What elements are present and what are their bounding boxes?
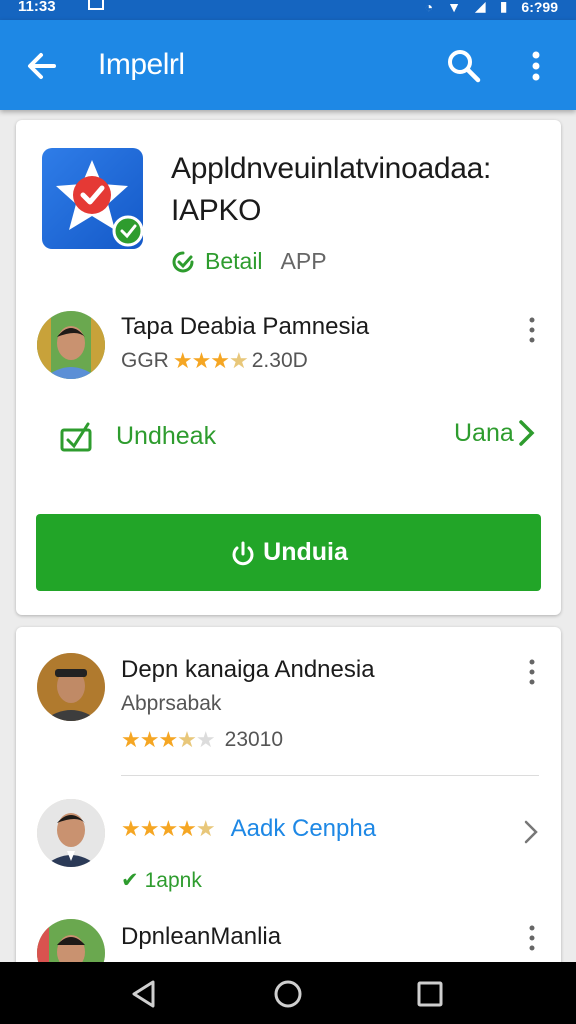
- review-link[interactable]: Aadk Cenpha: [231, 815, 376, 843]
- status-time: 11:33: [18, 0, 56, 15]
- person-photo: [37, 311, 105, 379]
- gallery-icon: [88, 0, 104, 10]
- chevron-right-icon[interactable]: [521, 817, 541, 847]
- chevron-right-icon: [519, 420, 535, 446]
- nav-back-icon[interactable]: [127, 977, 161, 1011]
- unlock-button[interactable]: Undheak: [58, 418, 216, 454]
- review-more-icon[interactable]: [522, 923, 542, 953]
- review-avatar: [37, 653, 105, 721]
- star-rating: ★★★★★: [121, 727, 216, 752]
- next-label: Uana: [454, 418, 514, 447]
- app-name-line1: Appldnveuinlatvinoadaa:: [171, 152, 492, 185]
- review-more-icon[interactable]: [522, 657, 542, 687]
- rating-prefix: GGR: [121, 349, 169, 372]
- review-count: 23010: [224, 728, 284, 751]
- checkmark-icon: ✔: [121, 869, 139, 892]
- rating-count: 2.30D: [251, 349, 308, 372]
- developer-more-icon[interactable]: [522, 315, 542, 345]
- developer-name: Tapa Deabia Pamnesia: [121, 313, 370, 340]
- more-vert-icon: [532, 51, 540, 81]
- app-detail-card: Appldnveuinlatvinoadaa: IAPKO Betail APP…: [16, 120, 561, 615]
- reviewer-name: Depn kanaiga Andnesia: [121, 656, 375, 683]
- system-nav-bar: [0, 962, 576, 1024]
- check-badge-icon: [172, 251, 194, 272]
- reviewer-name: DpnleanManlia: [121, 923, 282, 950]
- person-photo: [37, 653, 105, 721]
- app-icon: [42, 148, 144, 249]
- status-icons: ◔ ▼ ◢ ▮ 6:?99: [425, 0, 558, 15]
- developer-avatar: [37, 311, 105, 379]
- star-rating: ★★★★★: [121, 816, 216, 841]
- review-avatar: [37, 799, 105, 867]
- reviewer-subtitle: Abprsabak: [121, 692, 222, 715]
- back-button[interactable]: [22, 46, 62, 86]
- divider: [121, 775, 539, 776]
- star-rating: ★★★★: [172, 348, 249, 373]
- wifi-icon: ▼: [447, 0, 461, 15]
- page-title: Impelrl: [98, 48, 185, 81]
- app-logo-icon: [56, 160, 144, 247]
- app-name-line2: IAPKO: [171, 194, 262, 227]
- nav-recents-icon[interactable]: [413, 977, 447, 1011]
- back-arrow-icon: [28, 53, 56, 79]
- download-button[interactable]: Unduia: [36, 514, 541, 591]
- review-rating-row: ★★★★★ Aadk Cenpha: [121, 815, 376, 843]
- action-row: Undheak Uana: [16, 410, 561, 470]
- status-clock: 6:?99: [521, 0, 558, 15]
- app-bar: Impelrl: [0, 20, 576, 110]
- unlock-icon: [60, 422, 92, 452]
- verified-row: ✔ 1apnk: [121, 868, 202, 893]
- battery-icon: ▮: [499, 0, 508, 14]
- signal-icon: ◢: [474, 0, 486, 14]
- developer-rating: GGR ★★★★ 2.30D: [121, 348, 308, 374]
- app-name: Appldnveuinlatvinoadaa: IAPKO: [171, 148, 541, 232]
- app-badge-row: Betail APP: [171, 248, 327, 275]
- more-options-button[interactable]: [518, 46, 554, 86]
- alarm-icon: ◔: [424, 0, 434, 15]
- power-icon: [232, 541, 254, 565]
- person-photo: [37, 799, 105, 867]
- app-type-tag: APP: [280, 248, 327, 274]
- download-label: Unduia: [263, 538, 348, 566]
- review-rating-row: ★★★★★ 23010: [121, 727, 283, 753]
- nav-home-icon[interactable]: [271, 977, 305, 1011]
- status-bar: 11:33 ◔ ▼ ◢ ▮ 6:?99: [0, 0, 576, 20]
- unlock-label: Undheak: [116, 421, 217, 450]
- detail-link[interactable]: Betail: [205, 248, 263, 275]
- search-icon: [448, 50, 481, 83]
- search-button[interactable]: [444, 46, 484, 86]
- next-button[interactable]: Uana: [454, 418, 538, 448]
- verified-label: 1apnk: [144, 868, 202, 892]
